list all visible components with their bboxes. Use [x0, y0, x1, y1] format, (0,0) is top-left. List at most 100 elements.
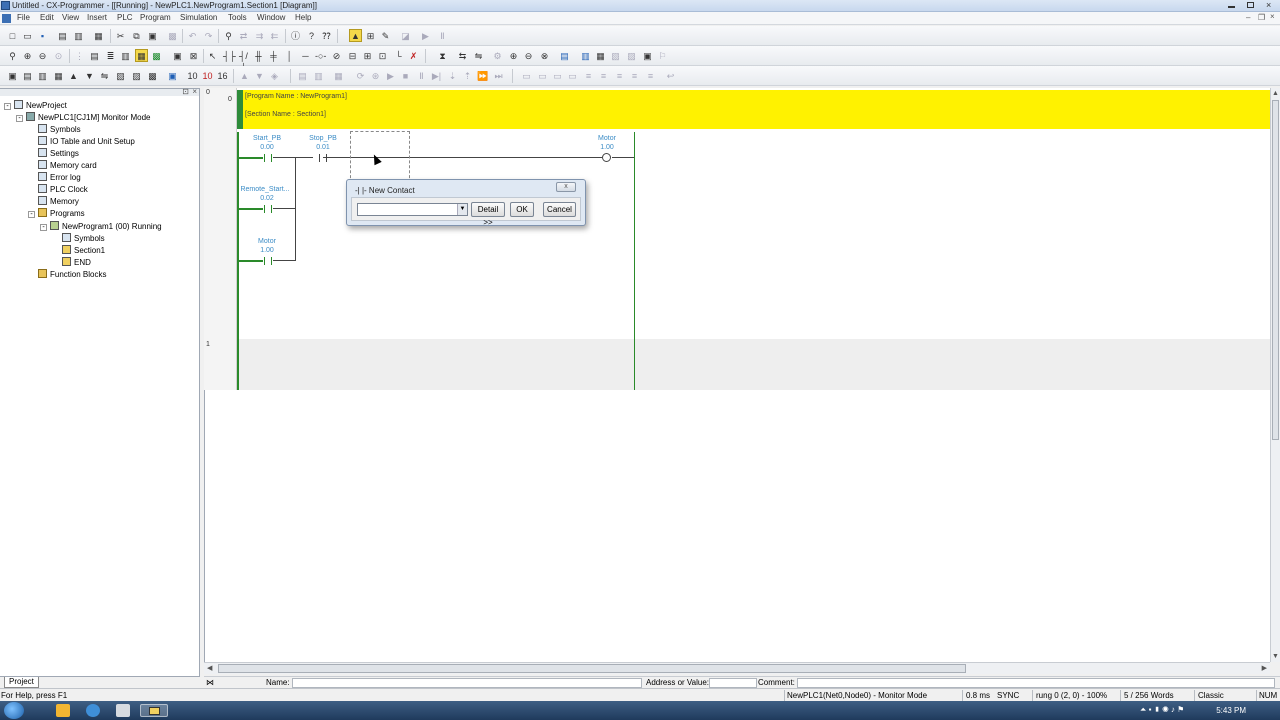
print-icon[interactable]: ▤: [56, 29, 69, 42]
tree-item[interactable]: Symbols: [28, 124, 81, 135]
vertical-scroll-thumb[interactable]: [1272, 100, 1279, 440]
new-pt-icon[interactable]: ⊞: [361, 49, 374, 62]
contact-remote-start[interactable]: [263, 205, 273, 213]
compare-icon[interactable]: ⇋: [472, 49, 485, 62]
menu-edit[interactable]: Edit: [36, 13, 58, 22]
paste-icon[interactable]: ▣: [146, 29, 159, 42]
compare-program-icon[interactable]: ⇋: [98, 69, 111, 82]
sim-stop-icon[interactable]: ■: [399, 69, 412, 82]
scroll-up-icon[interactable]: ▲: [1272, 90, 1279, 97]
detail-button[interactable]: Detail >>: [471, 202, 505, 227]
tb3-icon-b[interactable]: ▭: [536, 69, 549, 82]
delete-line-icon[interactable]: ✗: [407, 49, 420, 62]
run-mode-icon[interactable]: ▣: [166, 69, 179, 82]
zoom-fit-icon[interactable]: ⊙: [52, 49, 65, 62]
cx-programmer-taskbar-button[interactable]: [140, 704, 168, 717]
tree-expander-icon[interactable]: -: [16, 115, 23, 123]
open-folder-icon[interactable]: ▭: [21, 29, 34, 42]
simulation-settings-icon[interactable]: ⚐: [656, 49, 669, 62]
zoom-in-icon[interactable]: ⊕: [21, 49, 34, 62]
auto-online-icon[interactable]: ▤: [21, 69, 34, 82]
horizontal-scroll-thumb[interactable]: [218, 664, 966, 673]
tree-expander-icon[interactable]: -: [40, 223, 47, 231]
new-or-closed-icon[interactable]: ╪: [267, 49, 280, 62]
tree-item[interactable]: - NewPLC1[CJ1M] Monitor Mode: [16, 112, 150, 123]
force-cancel-icon[interactable]: ⊗: [538, 49, 551, 62]
cancel-button[interactable]: Cancel: [543, 202, 576, 217]
debug-mode-icon[interactable]: ▨: [130, 69, 143, 82]
tb3-icon-a[interactable]: ▭: [520, 69, 533, 82]
sim-step-icon[interactable]: ⟳: [354, 69, 367, 82]
context-help-icon[interactable]: ⁇: [320, 29, 333, 42]
new-or-contact-icon[interactable]: ╫: [252, 49, 265, 62]
cut-icon[interactable]: ✂: [114, 29, 127, 42]
name-field[interactable]: [292, 678, 642, 688]
set-on-icon[interactable]: ▲: [238, 69, 251, 82]
menu-insert[interactable]: Insert: [83, 13, 111, 22]
tree-item[interactable]: IO Table and Unit Setup: [28, 136, 135, 147]
tb3-icon-c[interactable]: ▭: [551, 69, 564, 82]
monitor-icon[interactable]: ◪: [399, 29, 412, 42]
rung-1-end[interactable]: [237, 339, 1270, 390]
tree-item[interactable]: Settings: [28, 148, 79, 159]
show-comments-icon[interactable]: ▦: [135, 49, 148, 62]
tree-expander-icon[interactable]: -: [4, 103, 11, 110]
sim-step-out-icon[interactable]: ⇡: [461, 69, 474, 82]
setup-tool-icon[interactable]: ▨: [625, 49, 638, 62]
annotation-icon[interactable]: ▥: [119, 49, 132, 62]
tree-item[interactable]: Error log: [28, 172, 81, 183]
scroll-left-icon[interactable]: ◀: [207, 664, 212, 672]
tree-close-icon[interactable]: ×: [192, 87, 197, 96]
warning-icon[interactable]: ▲: [349, 29, 362, 42]
menu-view[interactable]: View: [58, 13, 83, 22]
close-window-button[interactable]: ×: [1260, 0, 1279, 11]
info-nav-icon[interactable]: ⋈: [206, 678, 214, 687]
horizontal-line-icon[interactable]: ─: [299, 49, 312, 62]
minimize-button[interactable]: [1222, 0, 1241, 11]
tree-item[interactable]: Section1: [52, 244, 105, 256]
contact-address-combo[interactable]: ▼: [357, 203, 468, 216]
contact-stop-pb[interactable]: [318, 154, 328, 162]
sim-break-icon[interactable]: ⊛: [369, 69, 382, 82]
tb3-icon-j[interactable]: ↩: [664, 69, 677, 82]
menu-help[interactable]: Help: [291, 13, 315, 22]
zoom-out-icon[interactable]: ⊖: [36, 49, 49, 62]
document-icon[interactable]: [2, 14, 11, 23]
help-icon[interactable]: ?: [305, 29, 318, 42]
scroll-down-icon[interactable]: ▼: [1272, 653, 1279, 660]
menu-tools[interactable]: Tools: [224, 13, 251, 22]
sim-step-run-icon[interactable]: ▶|: [430, 69, 443, 82]
new-closed-coil-icon[interactable]: ⊘: [330, 49, 343, 62]
scroll-right-icon[interactable]: ▶: [1262, 664, 1267, 672]
io-table-tool-icon[interactable]: ▧: [609, 49, 622, 62]
contact-motor-seal[interactable]: [263, 257, 273, 265]
send-changes-icon[interactable]: ▥: [312, 69, 325, 82]
chevron-down-icon[interactable]: ▼: [457, 204, 467, 215]
new-file-icon[interactable]: □: [6, 29, 19, 42]
vertical-scrollbar[interactable]: ▲ ▼: [1270, 88, 1280, 662]
find-prev-icon[interactable]: ⇇: [268, 29, 281, 42]
address-field[interactable]: [709, 678, 757, 688]
cross-ref-icon[interactable]: ⊠: [187, 49, 200, 62]
program-mode-icon[interactable]: ▧: [114, 69, 127, 82]
hex-display-icon[interactable]: 16: [216, 69, 229, 82]
simulation-icon[interactable]: ▣: [641, 49, 654, 62]
start-button[interactable]: [4, 702, 24, 719]
horizontal-scrollbar[interactable]: ◀ ▶: [204, 662, 1270, 674]
decimal-display-icon[interactable]: 10: [201, 69, 214, 82]
properties-icon[interactable]: ⓘ: [289, 29, 302, 42]
tree-item[interactable]: Symbols: [52, 232, 105, 244]
upload-icon[interactable]: ▲: [67, 69, 80, 82]
maximize-button[interactable]: [1241, 0, 1260, 11]
coil-motor[interactable]: [602, 153, 611, 162]
select-mode-icon[interactable]: ↖: [206, 49, 219, 62]
explorer-taskbar-icon[interactable]: [56, 704, 70, 717]
sim-run-icon[interactable]: ▶: [384, 69, 397, 82]
replace-icon[interactable]: ⇄: [237, 29, 250, 42]
new-contact-icon[interactable]: ┤├: [222, 49, 236, 62]
tb3-icon-i[interactable]: ≡: [644, 69, 657, 82]
tree-item[interactable]: - NewProject: [4, 100, 67, 111]
print-preview-icon[interactable]: ▥: [72, 29, 85, 42]
cell-selection-cursor[interactable]: [350, 131, 410, 183]
new-closed-contact-icon[interactable]: ┤/├: [237, 49, 250, 73]
